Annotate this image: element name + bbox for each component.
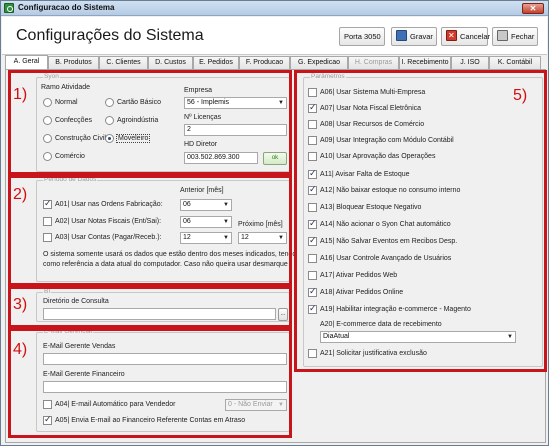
cancelar-button[interactable]: Cancelar	[441, 27, 491, 46]
tab-iso[interactable]: J. ISO	[451, 56, 489, 69]
title-bar: Configuracao do Sistema ✕	[1, 1, 548, 16]
annotation-label-4: 4)	[13, 341, 28, 358]
save-icon	[396, 30, 407, 41]
tab-producao[interactable]: F. Producao	[239, 56, 290, 69]
tab-strip: A. Geral B. Produtos C. Clientes D. Cust…	[5, 55, 545, 70]
annotation-label-2: 2)	[13, 186, 28, 203]
annotation-box-2	[8, 175, 292, 286]
tab-contabil[interactable]: K. Contábil	[489, 56, 541, 69]
header: Configurações do Sistema Porta 3050 Grav…	[2, 17, 547, 55]
app-icon	[4, 3, 14, 13]
gravar-button[interactable]: Gravar	[391, 27, 437, 46]
tab-compras: H. Compras	[348, 56, 399, 69]
cancel-icon	[446, 27, 457, 44]
tab-clientes[interactable]: C. Clientes	[99, 56, 148, 69]
fechar-label: Fechar	[511, 32, 535, 41]
porta-button[interactable]: Porta 3050	[339, 27, 385, 46]
annotation-label-1: 1)	[13, 86, 28, 103]
tab-custos[interactable]: D. Custos	[148, 56, 193, 69]
annotation-box-4	[8, 328, 292, 438]
tab-pedidos[interactable]: E. Pedidos	[193, 56, 239, 69]
cancelar-label: Cancelar	[460, 32, 491, 41]
annotation-label-3: 3)	[13, 296, 28, 313]
window-close-button[interactable]: ✕	[522, 3, 544, 14]
annotation-box-3	[8, 286, 292, 328]
tab-geral[interactable]: A. Geral	[5, 55, 48, 70]
fechar-button[interactable]: Fechar	[492, 27, 538, 46]
tab-recebimento[interactable]: I. Recebimento	[399, 56, 451, 69]
annotation-box-5	[294, 70, 547, 372]
gravar-label: Gravar	[410, 32, 433, 41]
page-title: Configurações do Sistema	[16, 27, 204, 44]
tab-expedicao[interactable]: G. Expedicao	[290, 56, 348, 69]
annotation-label-5: 5)	[513, 87, 528, 104]
config-window: Configuracao do Sistema ✕ Configurações …	[0, 0, 549, 446]
window-title: Configuracao do Sistema	[18, 3, 115, 12]
tab-produtos[interactable]: B. Produtos	[48, 56, 99, 69]
exit-icon	[497, 30, 508, 41]
annotation-box-1	[8, 70, 292, 175]
